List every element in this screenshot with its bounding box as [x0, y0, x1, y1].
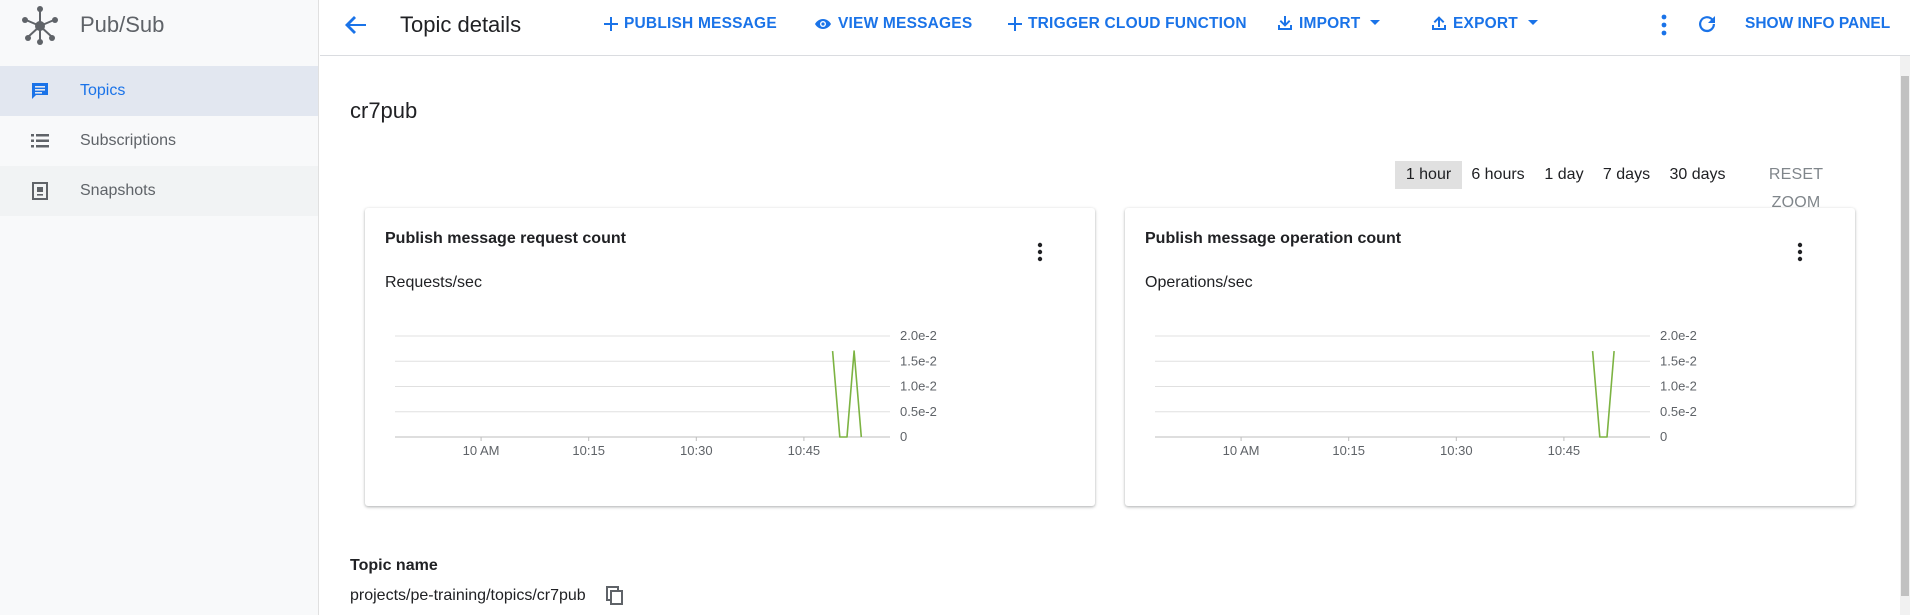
chart-title: Publish message operation count	[1145, 230, 1402, 247]
topics-icon	[32, 83, 48, 99]
plus-icon	[1008, 17, 1022, 31]
scrollbar-thumb[interactable]	[1901, 76, 1909, 596]
trigger-cloud-function-button[interactable]: TRIGGER CLOUD FUNCTION	[1008, 15, 1247, 35]
upload-icon	[1432, 16, 1446, 30]
chart-title: Publish message request count	[385, 230, 626, 247]
sidebar: Pub/Sub Topics Subscriptions Snapshots	[0, 0, 319, 615]
sidebar-item-label: Subscriptions	[80, 132, 177, 149]
view-messages-label: VIEW MESSAGES	[838, 15, 973, 32]
y-tick-label: 2.0e-2	[900, 328, 937, 343]
app-title: Pub/Sub	[80, 12, 165, 37]
export-button[interactable]: EXPORT	[1431, 15, 1538, 35]
trigger-cloud-function-label: TRIGGER CLOUD FUNCTION	[1028, 15, 1247, 32]
chart-card-operation-count: Publish message operation count Operatio…	[1125, 208, 1855, 506]
sidebar-item-snapshots[interactable]: Snapshots	[0, 166, 318, 216]
operation-count-chart: 2.0e-2 1.5e-2 1.0e-2 0.5e-2 0 10 AM 10:15 10:30…	[1155, 328, 1697, 458]
y-tick-label: 0	[900, 429, 907, 444]
chart-unit-label: Requests/sec	[385, 274, 482, 291]
x-tick-label: 10:15	[1332, 443, 1365, 458]
sidebar-header: Pub/Sub	[0, 0, 319, 50]
pubsub-logo-icon	[22, 6, 58, 45]
topic-name-label: Topic name	[350, 557, 438, 574]
chart-unit-label: Operations/sec	[1145, 274, 1253, 291]
topic-id-heading: cr7pub	[350, 98, 418, 123]
series-line	[1591, 351, 1615, 438]
back-arrow-icon[interactable]	[342, 12, 370, 38]
caret-down-icon	[1370, 20, 1381, 25]
y-tick-label: 2.0e-2	[1660, 328, 1697, 343]
export-label: EXPORT	[1453, 15, 1518, 32]
publish-message-label: PUBLISH MESSAGE	[624, 15, 777, 32]
page-title: Topic details	[400, 12, 522, 37]
chart-card-request-count: Publish message request count Requests/s…	[365, 208, 1095, 506]
y-tick-label: 1.0e-2	[1660, 379, 1697, 394]
x-tick-label: 10:15	[572, 443, 605, 458]
copy-icon[interactable]	[606, 586, 624, 606]
x-tick-label: 10:30	[680, 443, 713, 458]
sidebar-item-label: Snapshots	[80, 182, 156, 199]
x-tick-label: 10:45	[1548, 443, 1581, 458]
download-icon	[1278, 16, 1292, 30]
y-tick-label: 1.0e-2	[900, 379, 937, 394]
caret-down-icon	[1527, 20, 1538, 25]
import-button[interactable]: IMPORT	[1277, 15, 1381, 35]
reset-zoom-button[interactable]: RESET ZOOM	[1746, 161, 1846, 211]
view-messages-button[interactable]: VIEW MESSAGES	[814, 15, 972, 35]
x-tick-label: 10:30	[1440, 443, 1473, 458]
plus-icon	[604, 17, 618, 31]
sidebar-item-subscriptions[interactable]: Subscriptions	[0, 116, 318, 166]
y-tick-label: 0.5e-2	[1660, 404, 1697, 419]
publish-message-button[interactable]: PUBLISH MESSAGE	[604, 15, 777, 35]
show-info-panel-button[interactable]: SHOW INFO PANEL	[1745, 15, 1890, 33]
more-vert-icon[interactable]	[1033, 241, 1047, 263]
x-tick-label: 10:45	[788, 443, 821, 458]
y-tick-label: 0	[1660, 429, 1667, 444]
import-label: IMPORT	[1299, 15, 1361, 32]
sidebar-item-label: Topics	[80, 82, 126, 99]
snapshot-icon	[32, 182, 48, 200]
list-icon	[31, 134, 49, 148]
topic-name-value: projects/pe-training/topics/cr7pub	[350, 587, 586, 604]
more-vert-icon[interactable]	[1793, 241, 1807, 263]
scrollbar[interactable]	[1900, 56, 1910, 615]
time-range-6-hours[interactable]: 6 hours	[1466, 161, 1530, 189]
more-vert-icon[interactable]	[1654, 12, 1674, 38]
y-tick-label: 0.5e-2	[900, 404, 937, 419]
eye-icon	[815, 19, 831, 29]
sidebar-item-topics[interactable]: Topics	[0, 66, 318, 116]
request-count-chart: 2.0e-2 1.5e-2 1.0e-2 0.5e-2 0 10 AM 10:15 10:30…	[395, 328, 937, 458]
x-tick-label: 10 AM	[463, 443, 500, 458]
time-range-30-days[interactable]: 30 days	[1665, 161, 1730, 189]
x-tick-label: 10 AM	[1223, 443, 1260, 458]
y-tick-label: 1.5e-2	[1660, 353, 1697, 368]
refresh-icon[interactable]	[1695, 12, 1719, 36]
time-range-1-hour[interactable]: 1 hour	[1395, 161, 1462, 189]
y-tick-label: 1.5e-2	[900, 353, 937, 368]
time-range-7-days[interactable]: 7 days	[1599, 161, 1654, 189]
time-range-1-day[interactable]: 1 day	[1541, 161, 1587, 189]
series-line	[831, 350, 863, 438]
